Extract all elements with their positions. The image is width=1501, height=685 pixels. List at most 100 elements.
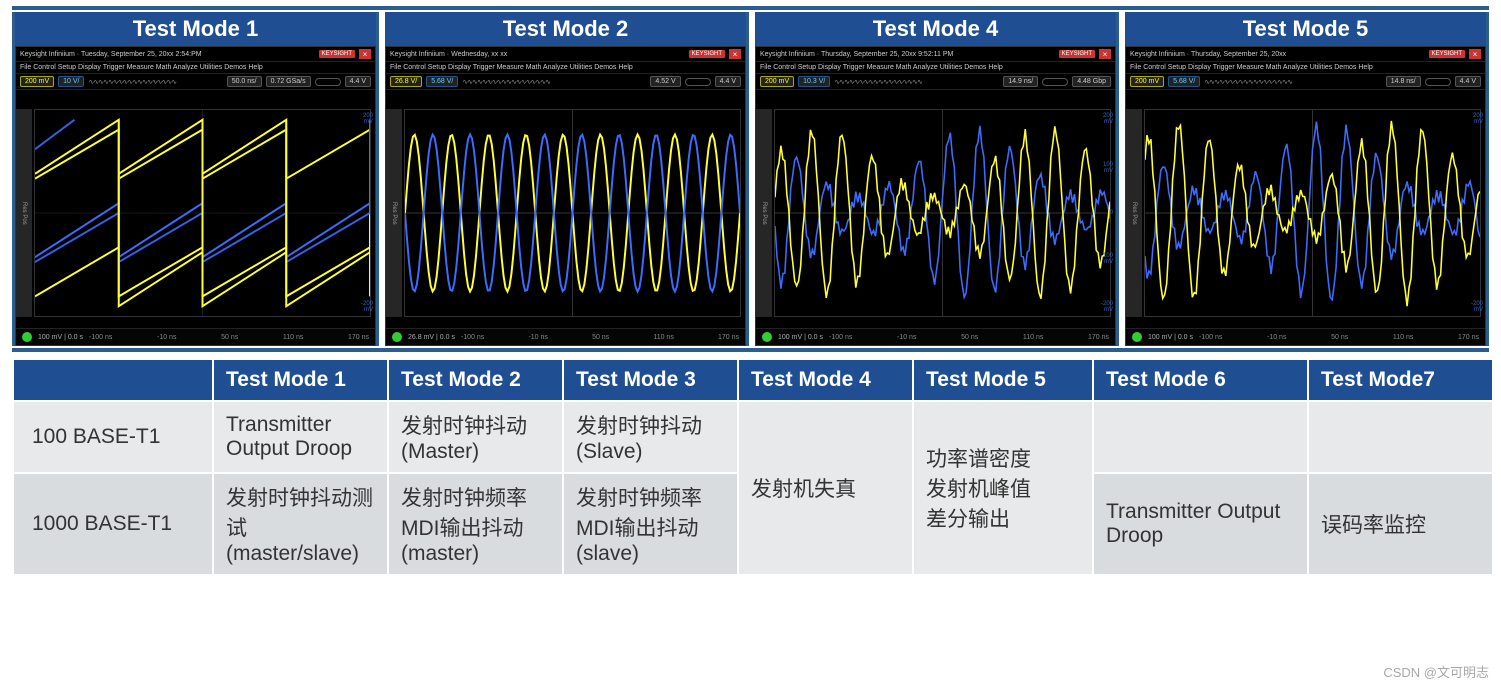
close-icon[interactable]: × (1469, 49, 1481, 59)
status-text: 26.8 mV | 0.0 s (408, 334, 455, 341)
os-toolbar-3: 200 mV 10.3 V/ ∿∿∿∿∿∿∿∿∿∿∿∿∿∿∿∿∿∿ 14.9 n… (756, 74, 1115, 90)
wave-icon: ∿∿∿∿∿∿∿∿∿∿∿∿∿∿∿∿∿∿ (834, 78, 922, 86)
os-title-text: Keysight Infiniium · Wednesday, xx xx (390, 51, 507, 58)
ch2-pill[interactable]: 10 V/ (58, 76, 84, 87)
os-toolbar-4: 200 mV 5.68 V/ ∿∿∿∿∿∿∿∿∿∿∿∿∿∿∿∿∿∿ 14.8 n… (1126, 74, 1485, 90)
os-status-4: 100 mV | 0.0 s-100 ns-10 ns50 ns110 ns17… (1126, 328, 1485, 345)
os-title-text: Keysight Infiniium · Thursday, September… (1130, 51, 1286, 58)
scope-body-2: Keysight Infiniium · Wednesday, xx xx KEY… (385, 46, 746, 346)
th-blank (13, 359, 213, 401)
scope-header-1: Test Mode 1 (15, 12, 376, 46)
row-label-1000: 1000 BASE-T1 (13, 473, 213, 575)
status-text: 100 mV | 0.0 s (1148, 334, 1193, 341)
th-tm5: Test Mode 5 (913, 359, 1093, 401)
scope-body-1: Keysight Infiniium · Tuesday, September … (15, 46, 376, 346)
cell-merged-tm4: 发射机失真 (738, 401, 913, 575)
run-indicator-icon (392, 332, 402, 342)
brand-badge: KEYSIGHT (319, 50, 355, 58)
comparison-table: Test Mode 1 Test Mode 2 Test Mode 3 Test… (12, 358, 1494, 576)
brand-badge: KEYSIGHT (1429, 50, 1465, 58)
os-status-3: 100 mV | 0.0 s-100 ns-10 ns50 ns110 ns17… (756, 328, 1115, 345)
meas-pill: 4.4 V (1455, 76, 1481, 87)
os-titlebar-1: Keysight Infiniium · Tuesday, September … (16, 47, 375, 62)
status-text: 100 mV | 0.0 s (778, 334, 823, 341)
ch1-pill[interactable]: 26.8 V/ (390, 76, 422, 87)
th-tm4: Test Mode 4 (738, 359, 913, 401)
plot-area-1 (34, 109, 371, 317)
wave-icon: ∿∿∿∿∿∿∿∿∿∿∿∿∿∿∿∿∿∿ (88, 78, 176, 86)
table-header-row: Test Mode 1 Test Mode 2 Test Mode 3 Test… (13, 359, 1493, 401)
scope-body-3: Keysight Infiniium · Thursday, September… (755, 46, 1116, 346)
th-tm7: Test Mode7 (1308, 359, 1493, 401)
os-menubar[interactable]: File Control Setup Display Trigger Measu… (756, 62, 1115, 74)
plot-left-tab: Res Pos (386, 109, 402, 317)
ch1-pill[interactable]: 200 mV (1130, 76, 1164, 87)
ch2-pill[interactable]: 10.3 V/ (798, 76, 830, 87)
os-title-text: Keysight Infiniium · Thursday, September… (760, 51, 953, 58)
os-titlebar-3: Keysight Infiniium · Thursday, September… (756, 47, 1115, 62)
th-tm6: Test Mode 6 (1093, 359, 1308, 401)
scope-header-4: Test Mode 5 (1125, 12, 1486, 46)
plot-area-3 (774, 109, 1111, 317)
cell-1000-tm6: Transmitter Output Droop (1093, 473, 1308, 575)
scope-col-1: Test Mode 1 Keysight Infiniium · Tuesday… (12, 12, 379, 346)
status-text: 100 mV | 0.0 s (38, 334, 83, 341)
plot-left-tab: Res Pos (1126, 109, 1142, 317)
ch2-pill[interactable]: 5.68 V/ (426, 76, 458, 87)
th-tm1: Test Mode 1 (213, 359, 388, 401)
scope-row: Test Mode 1 Keysight Infiniium · Tuesday… (12, 6, 1489, 352)
timebase-pill[interactable]: 14.9 ns/ (1003, 76, 1038, 87)
ch2-pill[interactable]: 5.68 V/ (1168, 76, 1200, 87)
plot-right-ticks-4: 200 mV-200 mV (1465, 113, 1483, 313)
th-tm2: Test Mode 2 (388, 359, 563, 401)
wave-icon: ∿∿∿∿∿∿∿∿∿∿∿∿∿∿∿∿∿∿ (462, 78, 550, 86)
os-menubar[interactable]: File Control Setup Display Trigger Measu… (1126, 62, 1485, 74)
plot-left-tab: Res Pos (756, 109, 772, 317)
os-menubar[interactable]: File Control Setup Display Trigger Measu… (16, 62, 375, 74)
th-tm3: Test Mode 3 (563, 359, 738, 401)
cell-1000-tm1: 发射时钟抖动测试(master/slave) (213, 473, 388, 575)
close-icon[interactable]: × (1099, 49, 1111, 59)
timebase-pill[interactable]: 50.0 ns/ (227, 76, 262, 87)
os-title-text: Keysight Infiniium · Tuesday, September … (20, 51, 202, 58)
meas-pill: 4.4 V (345, 76, 371, 87)
os-menubar[interactable]: File Control Setup Display Trigger Measu… (386, 62, 745, 74)
close-icon[interactable]: × (729, 49, 741, 59)
plot-left-tab: Res Pos (16, 109, 32, 317)
meter-icon (685, 78, 711, 86)
scope-col-4: Test Mode 5 Keysight Infiniium · Thursda… (1125, 12, 1489, 346)
cell-100-tm6 (1093, 401, 1308, 473)
cell-100-tm1: Transmitter Output Droop (213, 401, 388, 473)
rate-pill: 0.72 GSa/s (266, 76, 311, 87)
brand-badge: KEYSIGHT (1059, 50, 1095, 58)
os-titlebar-2: Keysight Infiniium · Wednesday, xx xx KEY… (386, 47, 745, 62)
rate-pill: 4.52 V (650, 76, 680, 87)
os-toolbar-1: 200 mV 10 V/ ∿∿∿∿∿∿∿∿∿∿∿∿∿∿∿∿∿∿ 50.0 ns/… (16, 74, 375, 90)
scope-col-3: Test Mode 4 Keysight Infiniium · Thursda… (755, 12, 1119, 346)
ch1-pill[interactable]: 200 mV (20, 76, 54, 87)
scope-header-3: Test Mode 4 (755, 12, 1116, 46)
meter-icon (315, 78, 341, 86)
brand-badge: KEYSIGHT (689, 50, 725, 58)
run-indicator-icon (1132, 332, 1142, 342)
close-icon[interactable]: × (359, 49, 371, 59)
ch1-pill[interactable]: 200 mV (760, 76, 794, 87)
wave-icon: ∿∿∿∿∿∿∿∿∿∿∿∿∿∿∿∿∿∿ (1204, 78, 1292, 86)
plot-right-ticks-1: 200 mV-200 mV (355, 113, 373, 313)
os-toolbar-2: 26.8 V/ 5.68 V/ ∿∿∿∿∿∿∿∿∿∿∿∿∿∿∿∿∿∿ 4.52 … (386, 74, 745, 90)
timebase-pill[interactable]: 14.8 ns/ (1386, 76, 1421, 87)
row-label-100: 100 BASE-T1 (13, 401, 213, 473)
cell-1000-tm2: 发射时钟频率 MDI输出抖动(master) (388, 473, 563, 575)
watermark: CSDN @文可明志 (1383, 662, 1489, 681)
plot-right-ticks-2 (725, 113, 743, 313)
os-titlebar-4: Keysight Infiniium · Thursday, September… (1126, 47, 1485, 62)
plot-right-ticks-3: 200 mV100 mV0-100 mV-200 mV (1095, 113, 1113, 313)
plot-area-4 (1144, 109, 1481, 317)
os-status-1: 100 mV | 0.0 s-100 ns-10 ns50 ns110 ns17… (16, 328, 375, 345)
cell-100-tm7 (1308, 401, 1493, 473)
cell-1000-tm7: 误码率监控 (1308, 473, 1493, 575)
meas-pill: 4.4 V (715, 76, 741, 87)
scope-col-2: Test Mode 2 Keysight Infiniium · Wednesd… (385, 12, 749, 346)
meter-icon (1425, 78, 1451, 86)
scope-header-2: Test Mode 2 (385, 12, 746, 46)
